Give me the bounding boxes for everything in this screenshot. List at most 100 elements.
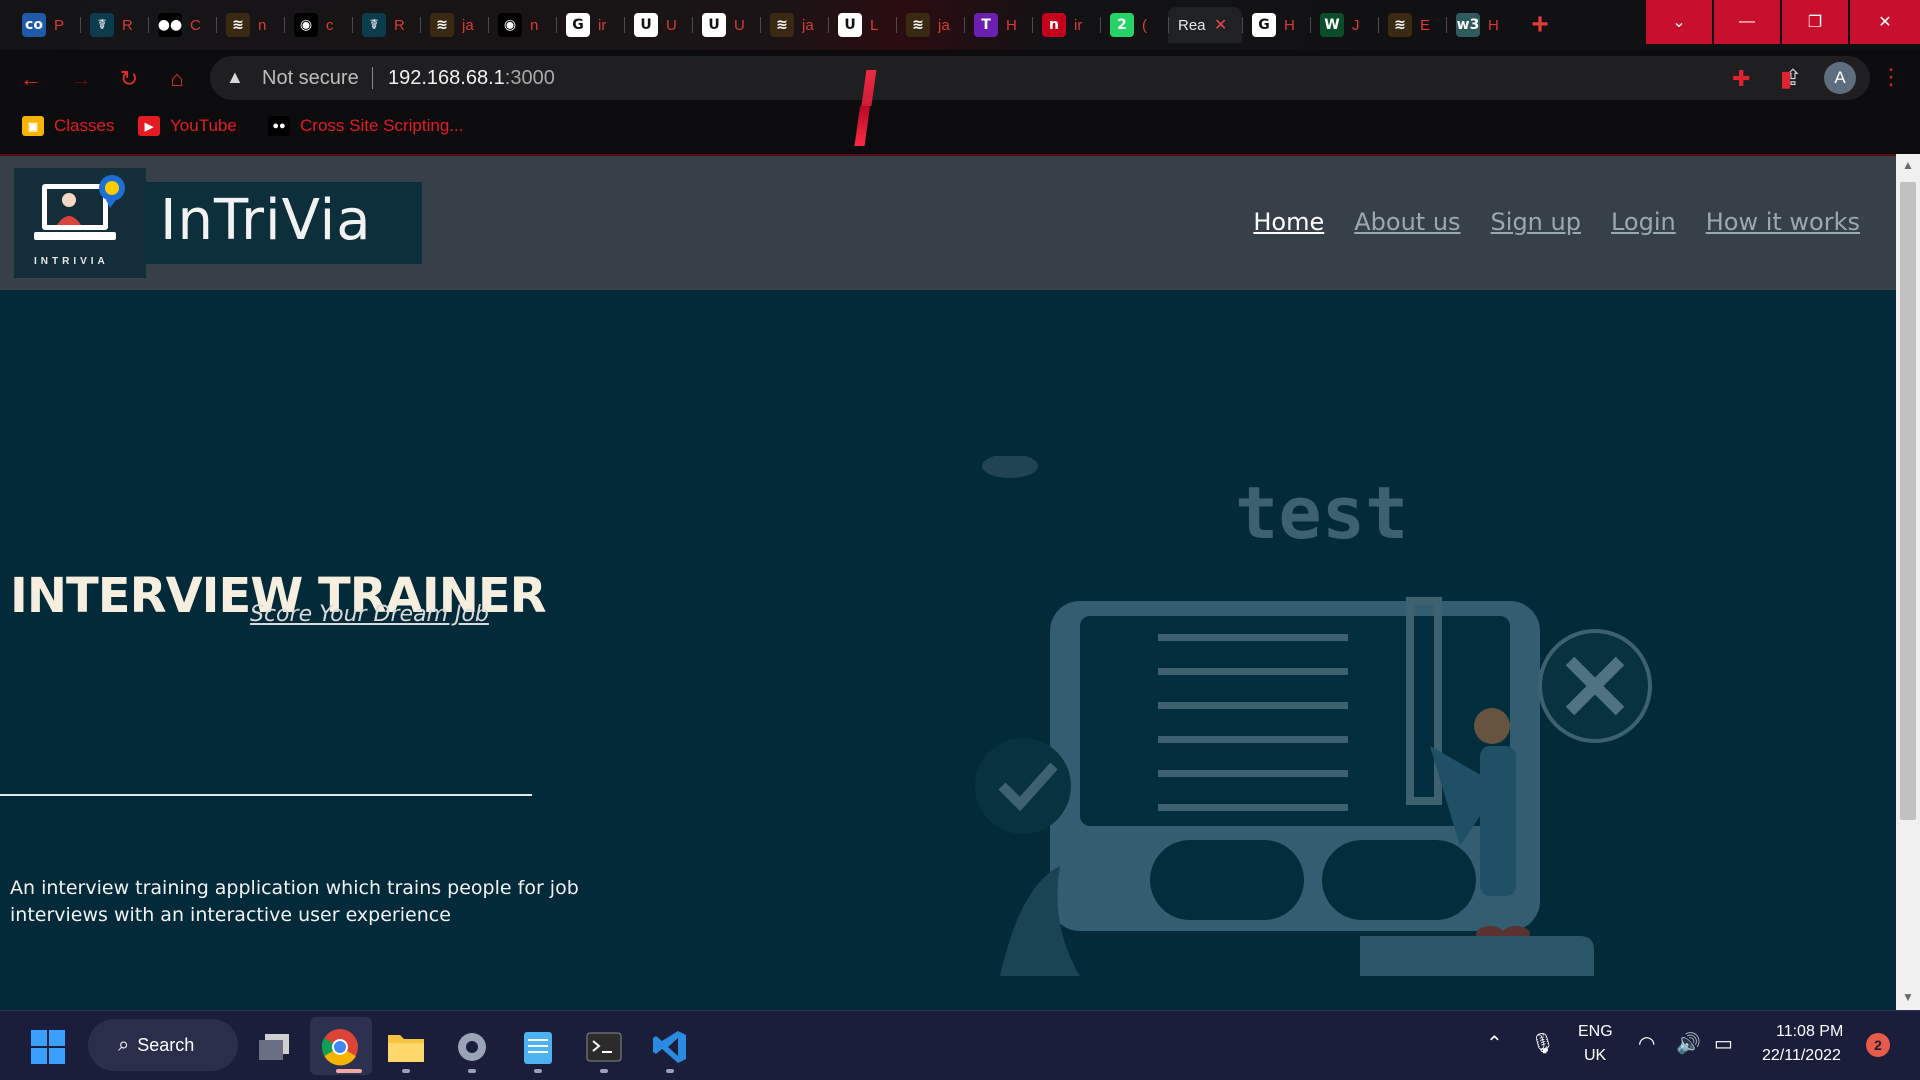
page-scrollbar[interactable]: ▲ ▼ xyxy=(1896,154,1920,1010)
tab-title: H xyxy=(1006,16,1017,34)
search-icon: ⌕ xyxy=(118,1033,130,1056)
start-icon[interactable] xyxy=(28,1027,68,1067)
browser-tab[interactable]: ≋ ja xyxy=(420,7,488,43)
address-bar[interactable]: ▲ Not secure 192.168.68.1:3000 ⇪ ☆ xyxy=(210,56,1870,100)
bookmark-youtube[interactable]: ▶ YouTube xyxy=(138,116,237,136)
tab-search-button[interactable]: ⌄ xyxy=(1646,0,1712,44)
notepad-icon[interactable] xyxy=(518,1027,558,1067)
region-code[interactable]: UK xyxy=(1584,1047,1606,1065)
tab-favicon-icon: ◉ xyxy=(498,13,522,37)
tab-title: L xyxy=(870,16,879,34)
reload-icon[interactable]: ↻ xyxy=(114,64,144,94)
new-tab-button[interactable]: + xyxy=(1520,7,1560,43)
vscode-icon[interactable] xyxy=(650,1027,690,1067)
tab-favicon-icon: U xyxy=(838,13,862,37)
browser-menu-icon[interactable]: ⋮ xyxy=(1880,64,1902,90)
site-logo[interactable]: INTRIVIA InTriVia xyxy=(14,168,422,278)
settings-gear-icon[interactable] xyxy=(452,1027,492,1067)
url-text[interactable]: 192.168.68.1:3000 xyxy=(388,67,555,90)
browser-tab[interactable]: n ir xyxy=(1032,7,1100,43)
close-window-button[interactable]: ✕ xyxy=(1850,0,1920,44)
logo-laptop-icon: INTRIVIA xyxy=(14,168,146,278)
browser-tab[interactable]: Rea ✕ xyxy=(1168,7,1242,43)
tab-title: ja xyxy=(938,16,950,34)
chrome-running-indicator xyxy=(336,1069,362,1073)
browser-tab[interactable]: UU xyxy=(692,7,760,43)
nav-how-it-works-link[interactable]: How it works xyxy=(1706,208,1860,236)
tab-title: U xyxy=(734,16,745,34)
vscode-running-indicator xyxy=(666,1069,674,1073)
scroll-up-arrow-icon[interactable]: ▲ xyxy=(1902,158,1914,172)
browser-tab[interactable]: ≋ E xyxy=(1378,7,1446,43)
nav-signup-link[interactable]: Sign up xyxy=(1491,208,1581,236)
language-code[interactable]: ENG xyxy=(1578,1023,1613,1041)
file-explorer-icon[interactable] xyxy=(386,1027,426,1067)
taskbar-search[interactable]: ⌕ Search xyxy=(88,1019,238,1071)
tab-favicon-icon: ≋ xyxy=(1388,13,1412,37)
microphone-icon[interactable]: 🎙 xyxy=(1530,1031,1555,1056)
scroll-down-arrow-icon[interactable]: ▼ xyxy=(1902,990,1914,1004)
browser-tab[interactable]: ◉ c xyxy=(284,7,352,43)
browser-tab[interactable]: UL xyxy=(828,7,896,43)
volume-icon[interactable]: 🔊 xyxy=(1676,1031,1701,1056)
restore-button[interactable]: ❐ xyxy=(1782,0,1848,44)
browser-tab[interactable]: w3 H xyxy=(1446,7,1514,43)
bookmark-cross-site-scripting[interactable]: ●● Cross Site Scripting... xyxy=(268,116,463,136)
browser-tab[interactable]: Gir xyxy=(556,7,624,43)
terminal-icon[interactable] xyxy=(584,1027,624,1067)
bookmark-classes[interactable]: ▣ Classes xyxy=(22,116,114,136)
bookmark-label: Cross Site Scripting... xyxy=(300,116,464,135)
hero-subtitle-link[interactable]: Score Your Dream Job xyxy=(250,602,489,627)
bookmarks-bar: ▣ Classes ▶ YouTube ●● Cross Site Script… xyxy=(0,106,1920,154)
chrome-icon[interactable] xyxy=(320,1027,360,1067)
browser-tab[interactable]: ☤ R xyxy=(80,7,148,43)
wifi-icon[interactable]: ◠ xyxy=(1638,1031,1655,1056)
browser-tab[interactable]: ≋ n xyxy=(216,7,284,43)
browser-tab[interactable]: ≋ ja xyxy=(760,7,828,43)
forward-icon[interactable]: → xyxy=(66,64,96,94)
tab-title: C xyxy=(190,16,201,34)
nav-login-link[interactable]: Login xyxy=(1611,208,1676,236)
task-view-icon[interactable] xyxy=(254,1027,294,1067)
browser-tab[interactable]: 2( xyxy=(1100,7,1168,43)
tab-favicon-icon: T xyxy=(974,13,998,37)
search-label: Search xyxy=(137,1034,195,1055)
minimize-button[interactable]: — xyxy=(1714,0,1780,44)
logo-wordmark: InTriVia xyxy=(160,188,372,253)
extensions-icon[interactable]: ✚ xyxy=(1732,66,1750,92)
bookmark-label: YouTube xyxy=(170,116,237,135)
browser-tab[interactable]: co P xyxy=(12,7,80,43)
browser-tab[interactable]: ●● C xyxy=(148,7,216,43)
nav-home-link[interactable]: Home xyxy=(1253,208,1324,236)
close-tab-icon[interactable]: ✕ xyxy=(1214,15,1227,35)
tab-title: R xyxy=(122,16,133,34)
bookmark-label: Classes xyxy=(54,116,115,135)
clock-time[interactable]: 11:08 PM xyxy=(1776,1023,1843,1041)
tab-title: ir xyxy=(598,16,607,34)
browser-tab[interactable]: TH xyxy=(964,7,1032,43)
security-label[interactable]: Not secure xyxy=(262,67,359,90)
clock-date[interactable]: 22/11/2022 xyxy=(1762,1047,1841,1065)
browser-tab[interactable]: GH xyxy=(1242,7,1310,43)
hero-divider xyxy=(0,794,532,796)
notification-badge[interactable]: 2 xyxy=(1866,1033,1890,1057)
classroom-icon: ▣ xyxy=(22,116,44,136)
side-panel-icon[interactable]: ▮ xyxy=(1780,66,1792,92)
browser-tab[interactable]: UU xyxy=(624,7,692,43)
web-page: INTRIVIA InTriVia Home About us Sign up … xyxy=(0,154,1896,1010)
tray-overflow-chevron-icon[interactable]: ⌃ xyxy=(1486,1031,1503,1056)
warning-icon[interactable]: ▲ xyxy=(226,67,244,88)
tab-favicon-icon: ☤ xyxy=(362,13,386,37)
tab-title: n xyxy=(258,16,267,34)
nav-about-link[interactable]: About us xyxy=(1354,208,1460,236)
profile-avatar[interactable]: A xyxy=(1824,62,1856,94)
back-icon[interactable]: ← xyxy=(16,64,46,94)
browser-tab[interactable]: ☤ R xyxy=(352,7,420,43)
browser-tab[interactable]: ≋ ja xyxy=(896,7,964,43)
browser-tab[interactable]: WJ xyxy=(1310,7,1378,43)
home-icon[interactable]: ⌂ xyxy=(162,64,192,94)
terminal-running-indicator xyxy=(600,1069,608,1073)
scroll-thumb[interactable] xyxy=(1900,182,1916,820)
browser-tab[interactable]: ◉ n xyxy=(488,7,556,43)
battery-icon[interactable]: ▭ xyxy=(1714,1031,1733,1056)
